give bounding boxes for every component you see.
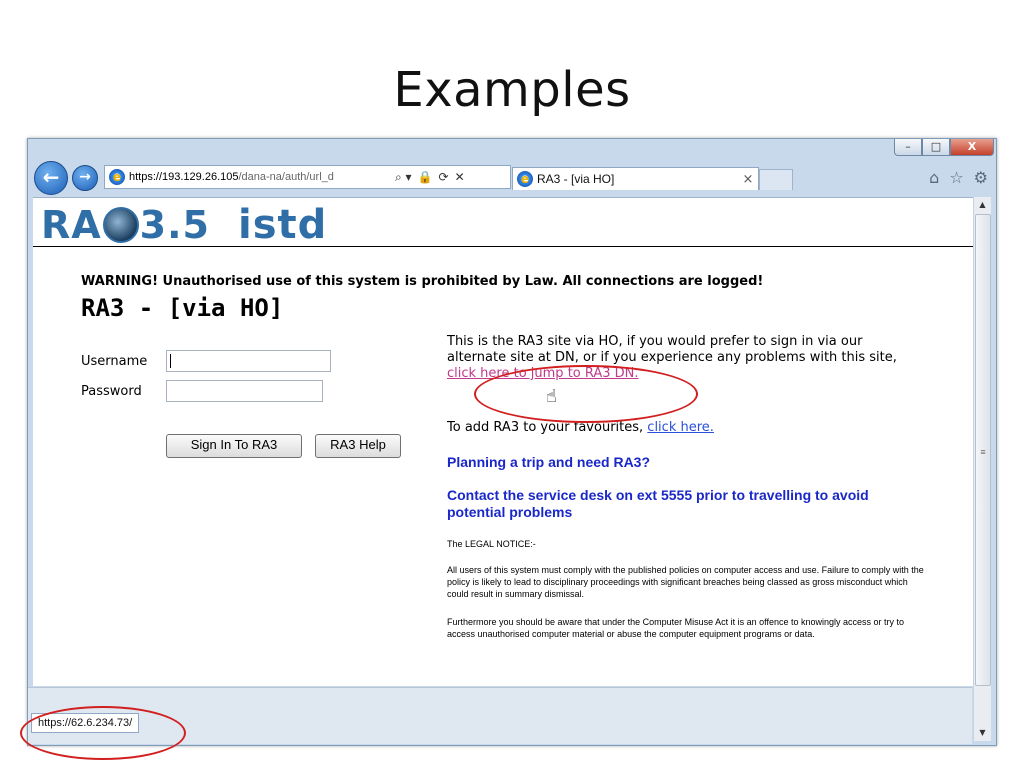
stop-icon[interactable]: ✕: [455, 170, 465, 185]
url-path: /dana-na/auth/url_d: [238, 171, 334, 183]
close-button[interactable]: X: [950, 139, 994, 156]
help-button[interactable]: RA3 Help: [315, 434, 401, 458]
browser-toolbar: ← → e https://193.129.26.105/dana-na/aut…: [28, 157, 996, 197]
add-favourites-link[interactable]: click here.: [647, 420, 714, 435]
browser-window: – □ X ← → e https://193.129.26.105/dana-…: [27, 138, 997, 746]
back-button[interactable]: ←: [34, 161, 68, 195]
minimize-button[interactable]: –: [894, 139, 922, 156]
logo-istd-text: istd: [238, 202, 328, 248]
address-icons: ⌕ ▾ 🔒 ⟳ ✕: [395, 170, 465, 185]
logo-ra-text: RA: [41, 203, 102, 247]
window-controls: – □ X: [894, 139, 994, 157]
ie-logo-icon: e: [109, 169, 125, 185]
search-dropdown-icon[interactable]: ⌕ ▾: [395, 170, 412, 185]
scroll-down-arrow-icon[interactable]: ▼: [974, 725, 991, 741]
address-bar[interactable]: e https://193.129.26.105/dana-na/auth/ur…: [104, 165, 511, 189]
tab-close-icon[interactable]: ×: [738, 172, 758, 187]
hand-cursor-icon: ☝: [546, 386, 557, 407]
tools-gear-icon[interactable]: ⚙: [974, 168, 988, 187]
page-title: RA3 - [via HO]: [81, 294, 284, 322]
username-label: Username: [81, 354, 148, 369]
annotation-ellipse-status: [20, 706, 186, 760]
password-field[interactable]: [166, 380, 323, 402]
contact-notice: Contact the service desk on ext 5555 pri…: [447, 487, 869, 520]
favourites-text: To add RA3 to your favourites,: [447, 420, 648, 435]
logo-version-text: 3.5: [139, 203, 210, 247]
text-caret: [170, 354, 171, 368]
command-icons: ⌂ ☆ ⚙: [929, 168, 988, 187]
tab-label: RA3 - [via HO]: [537, 172, 615, 186]
page-viewport: RA 3.5 istd WARNING! Unauthorised use of…: [33, 197, 973, 686]
favourites-paragraph: To add RA3 to your favourites, click her…: [447, 420, 917, 436]
sign-in-button[interactable]: Sign In To RA3: [166, 434, 302, 458]
home-icon[interactable]: ⌂: [929, 168, 939, 187]
ra3-logo: RA 3.5 istd: [41, 202, 327, 248]
planning-notice: Planning a trip and need RA3?: [447, 454, 651, 470]
username-field[interactable]: [166, 350, 331, 372]
vertical-scrollbar[interactable]: ▲ ≡ ▼: [973, 197, 991, 741]
forward-button[interactable]: →: [72, 165, 98, 191]
maximize-button[interactable]: □: [922, 139, 950, 156]
info-text: This is the RA3 site via HO, if you woul…: [447, 334, 897, 365]
globe-icon: [102, 207, 139, 243]
slide-title: Examples: [393, 62, 631, 118]
scroll-up-arrow-icon[interactable]: ▲: [974, 197, 991, 213]
annotation-ellipse-link: [474, 365, 698, 423]
tab-active[interactable]: e RA3 - [via HO] ×: [512, 167, 759, 190]
legal-heading: The LEGAL NOTICE:-: [447, 539, 536, 549]
scroll-grip-icon: ≡: [980, 447, 986, 457]
password-label: Password: [81, 384, 142, 399]
url-host: https://193.129.26.105: [129, 171, 239, 183]
warning-text: WARNING! Unauthorised use of this system…: [81, 274, 764, 289]
new-tab-button[interactable]: [759, 169, 793, 190]
legal-paragraph-2: Furthermore you should be aware that und…: [447, 617, 905, 639]
header-divider: [33, 246, 973, 247]
lock-icon[interactable]: 🔒: [418, 170, 433, 185]
address-url[interactable]: https://193.129.26.105/dana-na/auth/url_…: [129, 171, 389, 183]
refresh-icon[interactable]: ⟳: [439, 170, 449, 185]
legal-paragraph-1: All users of this system must comply wit…: [447, 565, 924, 599]
scroll-thumb[interactable]: ≡: [975, 214, 991, 686]
favorites-star-icon[interactable]: ☆: [949, 168, 963, 187]
tab-ie-icon: e: [517, 171, 533, 187]
